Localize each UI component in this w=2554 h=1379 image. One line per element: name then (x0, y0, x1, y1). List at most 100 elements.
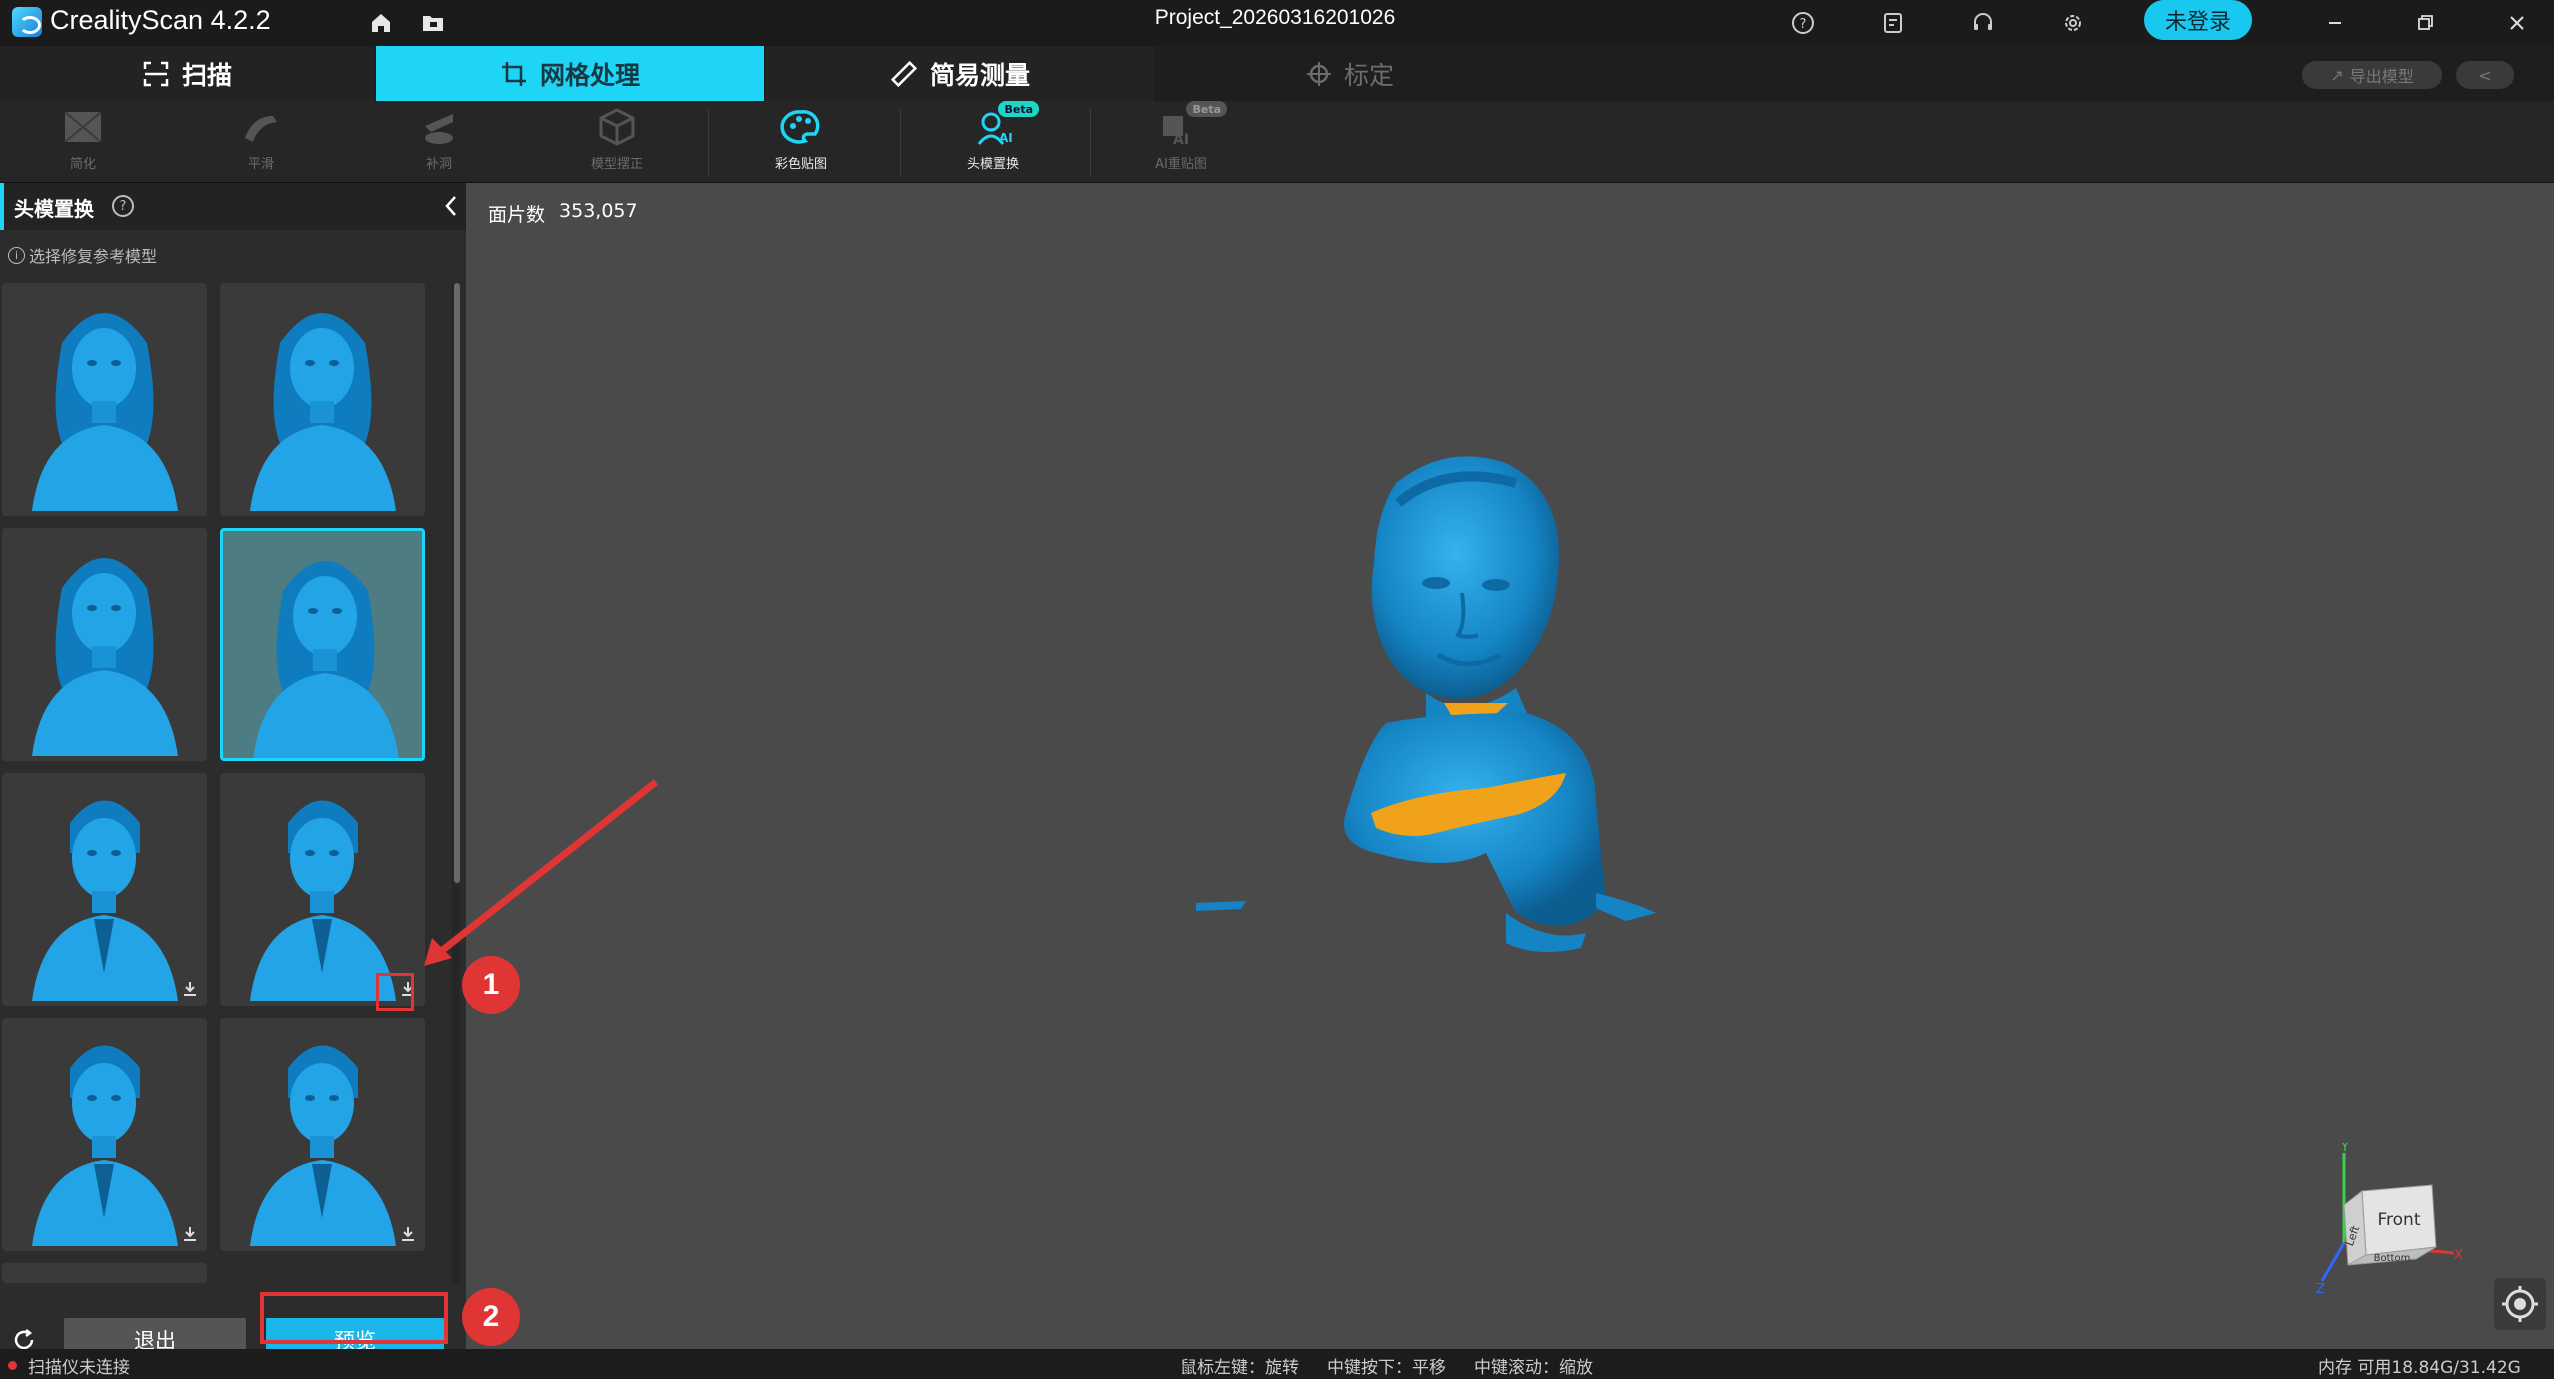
cube-front-label: Front (2378, 1210, 2421, 1230)
bust-thumbnail (32, 558, 178, 756)
tool-head-replace-label: 头模置换 (966, 157, 1019, 172)
palette-icon (777, 105, 825, 151)
collapse-panel-button[interactable] (440, 191, 462, 221)
head-swap-icon: AI Beta (969, 101, 1039, 151)
cube-bottom-label: Bottom (2374, 1253, 2411, 1264)
home-icon[interactable] (364, 6, 398, 40)
bust-thumbnail (32, 800, 178, 1001)
chevron-left-icon (445, 196, 456, 216)
step-2-badge: 2 (462, 1288, 520, 1346)
tab-mesh[interactable]: 网格处理 (376, 46, 764, 101)
head-model-card[interactable] (220, 283, 425, 516)
scanner-status: 扫描仪未连接 (28, 1358, 130, 1378)
hint-zoom: 中键滚动：缩放 (1474, 1358, 1593, 1378)
select-hint: i 选择修复参考模型 (8, 243, 157, 267)
app-logo-icon (12, 7, 42, 37)
hint-pan: 中键按下：平移 (1327, 1358, 1446, 1378)
info-icon: i (8, 246, 25, 264)
bust-thumbnail (253, 561, 399, 758)
tool-ai-retexture[interactable]: AI Beta AI重贴图 (1106, 101, 1256, 179)
title-bar: CrealityScan 4.2.2 Project_2026031620102… (0, 0, 2554, 46)
bust-thumbnail (250, 1045, 396, 1246)
head-model-card[interactable] (2, 528, 207, 761)
support-icon[interactable] (1966, 6, 2000, 40)
export-icon: ↗ (2330, 65, 2344, 85)
login-button[interactable]: 未登录 (2144, 0, 2252, 40)
panel-title: 头模置换 (14, 197, 94, 221)
tool-align-model-label: 模型摆正 (590, 157, 643, 172)
head-model-card[interactable] (2, 283, 207, 516)
model-grid (0, 283, 440, 1283)
tool-fill-holes-label: 补洞 (425, 157, 452, 172)
head-model-card[interactable] (2, 1018, 207, 1251)
tab-calibrate[interactable]: 标定 (1156, 46, 1544, 101)
toolbar-divider (1090, 109, 1091, 177)
panel-header: 头模置换 ? (0, 183, 466, 230)
select-hint-text: 选择修复参考模型 (29, 247, 158, 266)
project-title: Project_20260316201026 (1154, 6, 1396, 29)
smooth-icon (237, 105, 285, 151)
crosshair-icon (2502, 1286, 2538, 1322)
settings-icon[interactable] (2056, 6, 2090, 40)
svg-text:?: ? (1800, 17, 1807, 32)
tab-scan[interactable]: 扫描 (0, 46, 374, 101)
export-model-button[interactable]: ↗ 导出模型 (2302, 61, 2442, 89)
tool-smooth[interactable]: 平滑 (186, 105, 336, 179)
3d-viewport[interactable]: 面片数 353,057 Y X Z Front Left Bottom (466, 183, 2554, 1349)
cube-align-icon (593, 105, 641, 151)
tool-head-replace[interactable]: AI Beta 头模置换 (918, 101, 1068, 179)
close-icon[interactable] (2500, 6, 2534, 40)
memory-status: 内存 可用18.84G/31.42G (2318, 1358, 2521, 1378)
help-icon[interactable]: ? (112, 195, 134, 217)
tool-smooth-label: 平滑 (247, 157, 274, 172)
beta-badge: Beta (998, 101, 1039, 117)
main-tabs: 扫描 网格处理 简易测量 标定 ↗ 导出模型 < (0, 46, 2554, 101)
simplify-icon (59, 105, 107, 151)
fill-holes-icon (415, 105, 463, 151)
tool-simplify[interactable]: 简化 (8, 105, 158, 179)
bust-thumbnail (32, 313, 178, 511)
head-model-card[interactable] (220, 773, 425, 1006)
face-count-label: 面片数 (488, 204, 546, 226)
step-1-badge: 1 (462, 956, 520, 1014)
tool-color-texture[interactable]: 彩色贴图 (726, 105, 876, 179)
head-model-card[interactable] (220, 1018, 425, 1251)
minimize-icon[interactable] (2318, 6, 2352, 40)
restore-icon[interactable] (2408, 6, 2442, 40)
hint-rotate: 鼠标左键：旋转 (1180, 1358, 1299, 1378)
tool-fill-holes[interactable]: 补洞 (364, 105, 514, 179)
mouse-hints: 鼠标左键：旋转 中键按下：平移 中键滚动：缩放 (1180, 1353, 1593, 1378)
export-label: 导出模型 (2349, 67, 2414, 86)
head-model-card[interactable] (2, 1263, 207, 1283)
svg-text:AI: AI (999, 131, 1013, 145)
scanned-head-model[interactable] (1186, 423, 1706, 983)
tab-measure-label: 简易测量 (929, 60, 1030, 90)
toolbar-divider (900, 109, 901, 177)
tab-mesh-label: 网格处理 (539, 60, 640, 90)
head-model-card[interactable] (2, 773, 207, 1006)
download-icon[interactable] (179, 978, 201, 1000)
svg-text:AI: AI (1173, 132, 1189, 148)
status-bar: 扫描仪未连接 鼠标左键：旋转 中键按下：平移 中键滚动：缩放 内存 可用18.8… (0, 1349, 2554, 1379)
tab-calibrate-label: 标定 (1343, 60, 1394, 90)
tab-measure[interactable]: 简易测量 (766, 46, 1154, 101)
face-count-value: 353,057 (559, 200, 638, 222)
bust-thumbnail (32, 1045, 178, 1246)
notes-icon[interactable] (1876, 6, 1910, 40)
share-button[interactable]: < (2456, 61, 2514, 89)
tool-align-model[interactable]: 模型摆正 (542, 105, 692, 179)
reset-view-button[interactable] (2494, 1278, 2546, 1330)
target-icon (1306, 61, 1331, 86)
axis-y-label: Y (2340, 1143, 2349, 1155)
bust-thumbnail (250, 800, 396, 1001)
bust-thumbnail (250, 313, 396, 511)
tool-ai-retexture-label: AI重贴图 (1155, 157, 1207, 172)
head-model-card[interactable] (220, 528, 425, 761)
help-icon[interactable]: ? (1786, 6, 1820, 40)
toolbar-divider (708, 109, 709, 177)
download-icon[interactable] (397, 1223, 419, 1245)
view-cube[interactable]: Y X Z Front Left Bottom (2304, 1143, 2464, 1293)
ai-texture-icon: AI Beta (1157, 101, 1227, 151)
download-icon[interactable] (179, 1223, 201, 1245)
folder-icon[interactable] (416, 6, 450, 40)
